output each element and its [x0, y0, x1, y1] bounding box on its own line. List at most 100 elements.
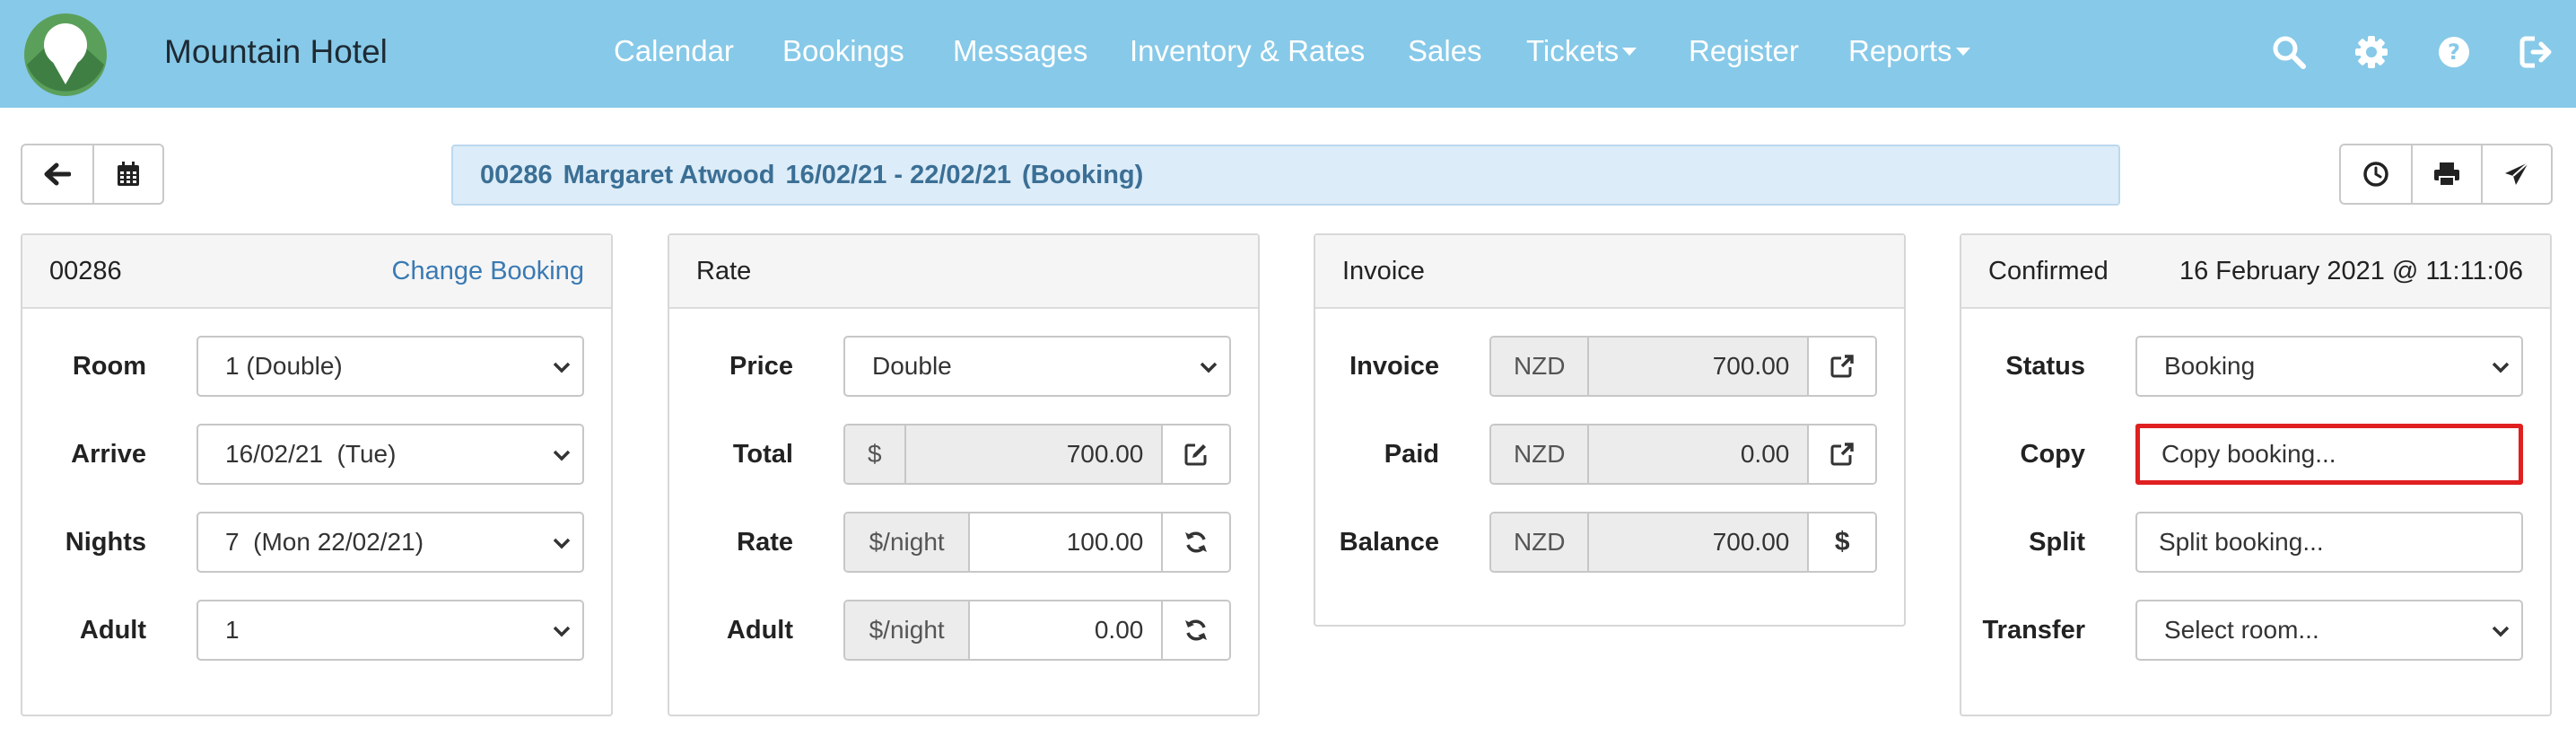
panel-header: Invoice — [1315, 235, 1904, 309]
edit-icon — [1184, 443, 1207, 466]
booking-summary-bar: 00286 Margaret Atwood 16/02/21 - 22/02/2… — [451, 145, 2120, 206]
nav-reports-dropdown[interactable]: Reports — [1848, 34, 1970, 68]
unit-addon: $/night — [845, 513, 971, 571]
currency-addon: $ — [845, 426, 906, 483]
edit-total-button[interactable] — [1161, 426, 1229, 483]
total-input-group: $ 700.00 — [843, 424, 1231, 485]
open-invoice-button[interactable] — [1807, 338, 1875, 395]
chevron-down-icon — [2492, 626, 2510, 637]
rate-panel: Rate Price Double Total $ 700.00 Rate $/… — [668, 233, 1260, 716]
history-button[interactable] — [2341, 145, 2411, 203]
rate-row: Rate $/night 100.00 — [669, 512, 1258, 573]
caret-down-icon — [1622, 47, 1637, 56]
invoice-input-group: NZD 700.00 — [1489, 336, 1877, 397]
status-select[interactable]: Booking — [2135, 336, 2523, 397]
status-timestamp: 16 February 2021 @ 11:11:06 — [2179, 256, 2523, 285]
nav-register[interactable]: Register — [1689, 34, 1799, 68]
rate-label: Rate — [737, 528, 793, 557]
nav-bookings[interactable]: Bookings — [782, 34, 904, 68]
booking-id: 00286 — [480, 160, 553, 189]
send-button[interactable] — [2481, 145, 2551, 203]
copy-booking-button[interactable]: Copy booking... — [2135, 424, 2523, 485]
booking-type: (Booking) — [1021, 160, 1144, 189]
unit-addon: $/night — [845, 601, 971, 659]
balance-input-group: NZD 700.00 $ — [1489, 512, 1877, 573]
total-label: Total — [732, 440, 793, 469]
change-booking-link[interactable]: Change Booking — [392, 257, 584, 286]
invoice-label: Invoice — [1349, 352, 1439, 381]
chevron-down-icon — [553, 538, 571, 549]
chevron-down-icon — [553, 626, 571, 637]
panel-title: Invoice — [1342, 256, 1425, 285]
nav-tickets-dropdown[interactable]: Tickets — [1526, 34, 1637, 68]
nights-value: 7 (Mon 22/02/21) — [225, 528, 424, 556]
adult-label: Adult — [79, 616, 146, 645]
paid-input-group: NZD 0.00 — [1489, 424, 1877, 485]
brand-name[interactable]: Mountain Hotel — [164, 33, 388, 71]
currency-addon: NZD — [1491, 513, 1590, 571]
pay-balance-button[interactable]: $ — [1807, 513, 1875, 571]
nav-reports-label: Reports — [1848, 34, 1952, 67]
adult-rate-label: Adult — [726, 616, 793, 645]
invoice-panel: Invoice Invoice NZD 700.00 Paid NZD 0.00 — [1314, 233, 1906, 627]
rate-field[interactable]: 100.00 — [970, 513, 1161, 571]
transfer-label: Transfer — [1982, 616, 2085, 645]
adult-row: Adult 1 — [22, 600, 611, 661]
logout-icon[interactable] — [2519, 34, 2554, 70]
nav-calendar[interactable]: Calendar — [614, 34, 734, 68]
nights-row: Nights 7 (Mon 22/02/21) — [22, 512, 611, 573]
nights-select[interactable]: 7 (Mon 22/02/21) — [196, 512, 584, 573]
status-value: Booking — [2164, 352, 2256, 380]
search-icon[interactable] — [2271, 34, 2307, 70]
invoice-amount: 700.00 — [1589, 338, 1808, 395]
price-value: Double — [872, 352, 952, 380]
open-payments-button[interactable] — [1807, 426, 1875, 483]
refresh-adult-rate-button[interactable] — [1161, 601, 1229, 659]
chevron-down-icon — [553, 362, 571, 373]
panel-header: Confirmed 16 February 2021 @ 11:11:06 — [1961, 235, 2550, 309]
panel-title: 00286 — [49, 256, 122, 285]
split-booking-button[interactable]: Split booking... — [2135, 512, 2523, 573]
right-button-group — [2339, 144, 2553, 205]
invoice-row: Invoice NZD 700.00 — [1315, 336, 1904, 397]
chevron-down-icon — [2492, 362, 2510, 373]
print-button[interactable] — [2411, 145, 2481, 203]
balance-row: Balance NZD 700.00 $ — [1315, 512, 1904, 573]
chevron-down-icon — [553, 450, 571, 461]
adult-rate-field[interactable]: 0.00 — [970, 601, 1161, 659]
room-value: 1 (Double) — [225, 352, 343, 380]
adult-rate-input-group: $/night 0.00 — [843, 600, 1231, 661]
transfer-room-select[interactable]: Select room... — [2135, 600, 2523, 661]
transfer-value: Select room... — [2164, 616, 2319, 644]
room-row: Room 1 (Double) — [22, 336, 611, 397]
nav-sales[interactable]: Sales — [1408, 34, 1482, 68]
split-label: Split — [2029, 528, 2085, 557]
arrive-label: Arrive — [71, 440, 146, 469]
room-select[interactable]: 1 (Double) — [196, 336, 584, 397]
refresh-rate-button[interactable] — [1161, 513, 1229, 571]
back-button[interactable] — [22, 145, 92, 203]
status-label: Status — [2005, 352, 2085, 381]
panel-title: Confirmed — [1988, 256, 2109, 285]
gear-icon[interactable] — [2353, 34, 2389, 70]
panel-header: 00286 Change Booking — [22, 235, 611, 309]
help-icon[interactable]: ? — [2436, 34, 2472, 70]
total-row: Total $ 700.00 — [669, 424, 1258, 485]
calendar-button[interactable] — [92, 145, 162, 203]
balance-amount: 700.00 — [1589, 513, 1808, 571]
hotel-logo-icon[interactable] — [23, 13, 108, 97]
refresh-icon — [1185, 619, 1208, 641]
total-field: 700.00 — [905, 426, 1162, 483]
svg-text:?: ? — [2448, 39, 2460, 65]
nav-inventory-rates[interactable]: Inventory & Rates — [1130, 34, 1365, 68]
calendar-icon — [118, 162, 139, 186]
left-button-group — [21, 144, 164, 205]
adult-rate-row: Adult $/night 0.00 — [669, 600, 1258, 661]
caret-down-icon — [1955, 47, 1970, 56]
rate-input-group: $/night 100.00 — [843, 512, 1231, 573]
price-select[interactable]: Double — [843, 336, 1231, 397]
adult-select[interactable]: 1 — [196, 600, 584, 661]
adult-value: 1 — [225, 616, 240, 644]
arrive-select[interactable]: 16/02/21 (Tue) — [196, 424, 584, 485]
nav-messages[interactable]: Messages — [953, 34, 1087, 68]
